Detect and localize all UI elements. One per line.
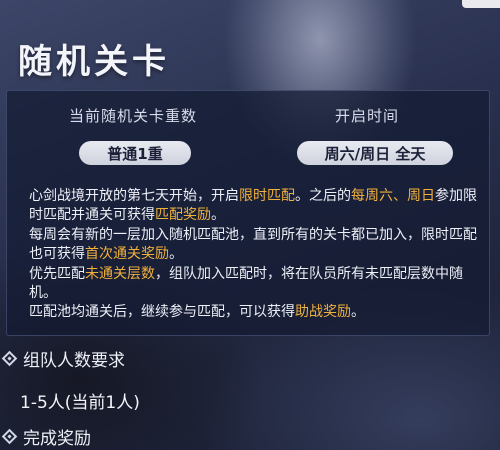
- highlight-text: 匹配奖励: [155, 207, 211, 224]
- description-text: 心剑战境开放的第七天开始，开启: [29, 188, 239, 204]
- description-text: 。: [351, 304, 365, 321]
- info-panel: 当前随机关卡重数 开启时间 普通1重 周六/周日 全天 心剑战境开放的第七天开始…: [6, 90, 490, 336]
- team-size-section: 组队人数要求: [1, 346, 125, 371]
- description-text: 。之后的: [295, 188, 351, 204]
- page-title: 随机关卡: [18, 42, 170, 82]
- team-size-value: 1-5人(当前1人): [20, 393, 140, 413]
- description-text: 。: [169, 246, 183, 263]
- highlight-text: 每周六、周日: [351, 188, 435, 204]
- rewards-section: 完成奖励: [1, 424, 91, 449]
- open-time-badge: 周六/周日 全天: [297, 141, 453, 165]
- team-size-label: 组队人数要求: [23, 351, 125, 371]
- description-text: 。: [211, 207, 225, 224]
- rules-description: 心剑战境开放的第七天开始，开启限时匹配。之后的每周六、周日参加限时匹配并通关可获…: [29, 187, 479, 323]
- diamond-bullet-icon: [1, 350, 18, 367]
- rewards-label: 完成奖励: [23, 429, 91, 449]
- level-count-label: 当前随机关卡重数: [68, 107, 197, 125]
- top-corner-button[interactable]: [462, 0, 500, 8]
- highlight-text: 限时匹配: [239, 188, 295, 204]
- highlight-text: 未通关层数: [85, 265, 155, 282]
- description-text: 优先匹配: [29, 265, 85, 282]
- highlight-text: 助战奖励: [295, 304, 351, 321]
- open-time-label: 开启时间: [334, 107, 399, 125]
- highlight-text: 首次通关奖励: [85, 246, 169, 263]
- description-text: 匹配池均通关后，继续参与匹配，可以获得: [29, 304, 295, 321]
- diamond-bullet-icon: [1, 428, 18, 445]
- level-count-badge: 普通1重: [79, 141, 191, 165]
